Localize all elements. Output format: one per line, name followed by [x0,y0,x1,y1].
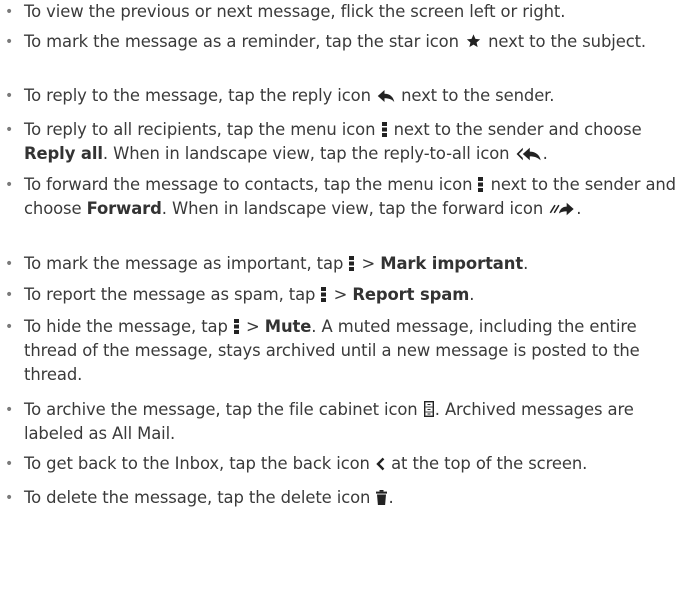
list-item: To report the message as spam, tap > Rep… [0,283,474,307]
list-item: To reply to all recipients, tap the menu… [0,118,691,166]
menu-icon [349,256,355,271]
delete-icon [376,490,388,505]
reply-all-icon [516,147,542,161]
list-item: To reply to the message, tap the reply i… [0,84,555,108]
list-item: To archive the message, tap the file cab… [0,398,691,446]
back-icon [376,457,385,471]
list-item: To mark the message as important, tap > … [0,252,528,276]
menu-icon [381,122,388,137]
star-icon [465,33,482,49]
list-item: To hide the message, tap > Mute. A muted… [0,315,691,387]
file-cabinet-icon [423,401,434,417]
reply-icon [377,89,395,103]
forward-icon [549,202,575,216]
list-item: To view the previous or next message, fl… [0,0,565,24]
list-item: To mark the message as a reminder, tap t… [0,30,646,54]
list-item: To forward the message to contacts, tap … [0,173,691,221]
menu-icon [478,177,484,192]
list-item: To delete the message, tap the delete ic… [0,486,394,510]
item-text: To view the previous or next message, fl… [24,2,566,21]
menu-icon [233,319,240,334]
menu-icon [321,287,327,302]
list-item: To get back to the Inbox, tap the back i… [0,452,587,476]
document-page: To view the previous or next message, fl… [0,0,691,607]
